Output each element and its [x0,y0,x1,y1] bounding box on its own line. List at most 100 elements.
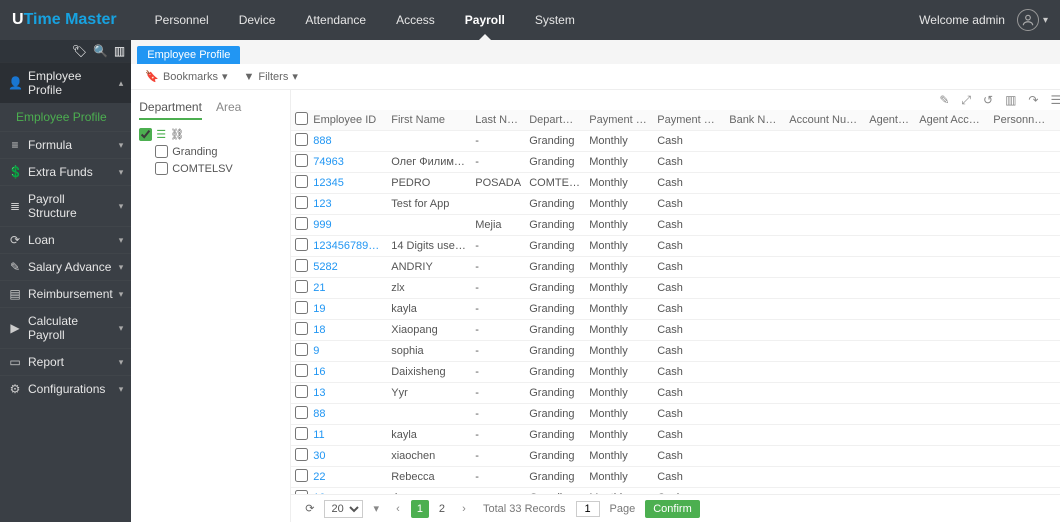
cell-employee-id[interactable]: 19 [309,299,387,320]
row-checkbox[interactable] [295,259,308,272]
col-last-name[interactable]: Last Name [471,110,525,131]
nav-payroll[interactable]: Payroll [451,0,519,40]
row-checkbox[interactable] [295,469,308,482]
page-input[interactable] [576,501,600,517]
sidebar-subitem-employee-profile[interactable]: Employee Profile [16,107,131,127]
col-payment-cycle[interactable]: Payment Cycle [585,110,653,131]
sidebar-item-extra-funds[interactable]: 💲Extra Funds▾ [0,158,131,185]
nav-attendance[interactable]: Attendance [291,0,380,40]
page-prev-button[interactable]: ‹ [389,500,407,518]
row-edit-icon[interactable]: ✎ [1055,194,1060,215]
bookmarks-button[interactable]: 🔖 Bookmarks ▾ [145,70,227,83]
row-checkbox[interactable] [295,322,308,335]
tree-root-checkbox[interactable] [139,128,152,141]
row-edit-icon[interactable]: ✎ [1055,425,1060,446]
row-edit-icon[interactable]: ✎ [1055,404,1060,425]
row-checkbox[interactable] [295,133,308,146]
row-checkbox[interactable] [295,343,308,356]
col-employee-id[interactable]: Employee ID [309,110,387,131]
cell-employee-id[interactable]: 123 [309,194,387,215]
page-size-select[interactable]: 20 [324,500,363,518]
nav-personnel[interactable]: Personnel [141,0,223,40]
confirm-button[interactable]: Confirm [645,500,700,518]
row-edit-icon[interactable]: ✎ [1055,299,1060,320]
row-edit-icon[interactable]: ✎ [1055,152,1060,173]
cell-employee-id[interactable]: 9 [309,341,387,362]
sidebar-item-payroll-structure[interactable]: ≣Payroll Structure▾ [0,185,131,226]
sidebar-item-reimbursement[interactable]: ▤Reimbursement▾ [0,280,131,307]
nav-device[interactable]: Device [225,0,290,40]
tree-node-comtelsv[interactable]: COMTELSV [155,160,282,177]
cell-employee-id[interactable]: 88 [309,404,387,425]
row-checkbox[interactable] [295,217,308,230]
nav-access[interactable]: Access [382,0,449,40]
tag-icon[interactable]: 🏷 [72,44,87,58]
row-checkbox[interactable] [295,280,308,293]
avatar-icon[interactable] [1017,9,1039,31]
cell-employee-id[interactable]: 16 [309,362,387,383]
undo-icon[interactable]: ↺ [983,93,993,107]
cell-employee-id[interactable]: 12345 [309,173,387,194]
export-icon[interactable]: ↷ [1028,93,1038,107]
sidebar-item-report[interactable]: ▭Report▾ [0,348,131,375]
tree-node-checkbox[interactable] [155,162,168,175]
cell-employee-id[interactable]: 21 [309,278,387,299]
columns-icon[interactable]: ▥ [1005,93,1016,107]
sidebar-item-formula[interactable]: ≡Formula▾ [0,131,131,158]
sidebar-item-employee-profile[interactable]: 👤Employee Profile▴ [0,62,131,103]
row-edit-icon[interactable]: ✎ [1055,278,1060,299]
row-edit-icon[interactable]: ✎ [1055,383,1060,404]
tab-department[interactable]: Department [139,100,202,120]
edit-icon[interactable]: ✎ [939,93,949,107]
select-all-checkbox[interactable] [295,112,308,125]
sidebar-item-salary-advance[interactable]: ✎Salary Advance▾ [0,253,131,280]
row-edit-icon[interactable]: ✎ [1055,467,1060,488]
page-next-button[interactable]: › [455,500,473,518]
sidebar-item-configurations[interactable]: ⚙Configurations▾ [0,375,131,402]
row-checkbox[interactable] [295,406,308,419]
col-payment-mode[interactable]: Payment Mode [653,110,725,131]
col-account-number[interactable]: Account Number [785,110,865,131]
cell-employee-id[interactable]: 13 [309,383,387,404]
cell-employee-id[interactable]: 999 [309,215,387,236]
col-personnel-id[interactable]: Personnel ID [989,110,1055,131]
layout-icon[interactable]: ▥ [114,44,125,58]
cell-employee-id[interactable]: 12345678901234 [309,236,387,257]
cell-employee-id[interactable]: 22 [309,467,387,488]
sidebar-item-loan[interactable]: ⟳Loan▾ [0,226,131,253]
col-agent-id[interactable]: Agent ID [865,110,915,131]
nav-system[interactable]: System [521,0,589,40]
row-edit-icon[interactable]: ✎ [1055,173,1060,194]
cell-employee-id[interactable]: 30 [309,446,387,467]
page-1-button[interactable]: 1 [411,500,429,518]
avatar-caret-icon[interactable]: ▾ [1043,15,1048,26]
col-department[interactable]: Department [525,110,585,131]
filters-button[interactable]: ▼ Filters ▾ [244,70,298,83]
page-2-button[interactable]: 2 [433,500,451,518]
tab-area[interactable]: Area [216,100,241,120]
row-edit-icon[interactable]: ✎ [1055,341,1060,362]
cell-employee-id[interactable]: 74963 [309,152,387,173]
sidebar-item-calculate-payroll[interactable]: ▶Calculate Payroll▾ [0,307,131,348]
row-checkbox[interactable] [295,301,308,314]
row-edit-icon[interactable]: ✎ [1055,362,1060,383]
row-checkbox[interactable] [295,427,308,440]
search-icon[interactable]: 🔍 [93,44,108,58]
tree-node-granding[interactable]: Granding [155,143,282,160]
col-first-name[interactable]: First Name [387,110,471,131]
row-checkbox[interactable] [295,364,308,377]
row-edit-icon[interactable]: ✎ [1055,236,1060,257]
row-edit-icon[interactable]: ✎ [1055,257,1060,278]
row-edit-icon[interactable]: ✎ [1055,446,1060,467]
expand-icon[interactable]: ⤢ [961,93,971,108]
cell-employee-id[interactable]: 11 [309,425,387,446]
row-edit-icon[interactable]: ✎ [1055,320,1060,341]
tab-employee-profile[interactable]: Employee Profile [137,46,240,64]
refresh-icon[interactable]: ⟳ [305,502,314,515]
cell-employee-id[interactable]: 888 [309,131,387,152]
row-checkbox[interactable] [295,175,308,188]
row-checkbox[interactable] [295,385,308,398]
tree-node-checkbox[interactable] [155,145,168,158]
row-checkbox[interactable] [295,154,308,167]
cell-employee-id[interactable]: 5282 [309,257,387,278]
